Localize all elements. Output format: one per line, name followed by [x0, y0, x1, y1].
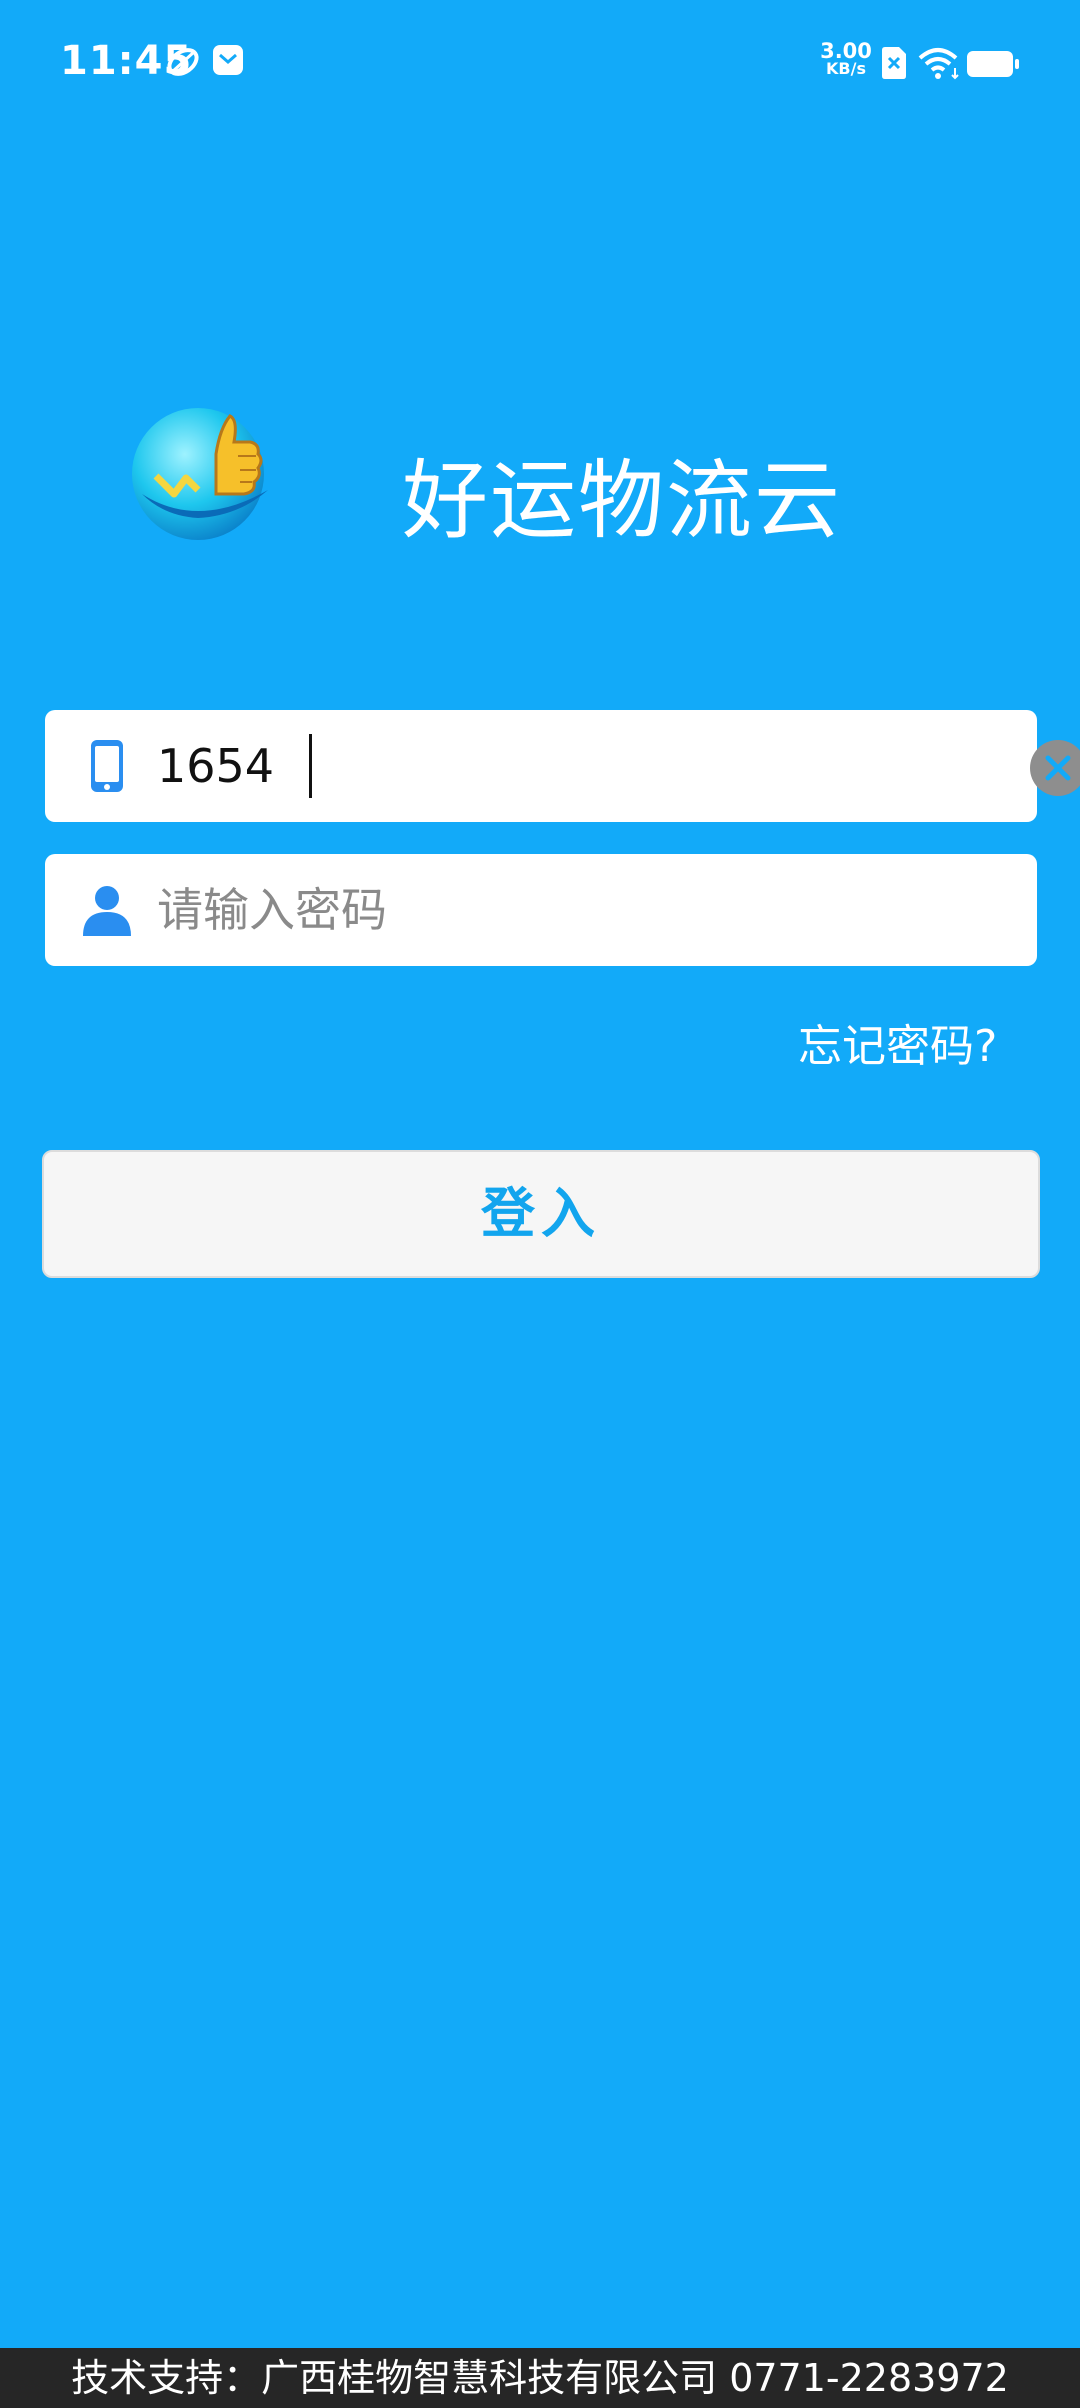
status-bar: 11:45 3.00 KB/s — [0, 0, 1080, 128]
clear-input-button[interactable] — [1030, 740, 1080, 796]
network-speed-value: 3.00 — [820, 39, 872, 63]
close-icon — [1045, 755, 1071, 781]
text-cursor — [309, 734, 312, 798]
password-field[interactable] — [45, 854, 1037, 966]
phone-field[interactable] — [45, 710, 1037, 822]
app-title: 好运物流云 — [402, 451, 842, 551]
mail-notification-icon — [213, 45, 243, 75]
network-speed-unit: KB/s — [826, 59, 866, 78]
password-input[interactable] — [157, 872, 997, 948]
login-button[interactable]: 登入 — [42, 1150, 1040, 1278]
forgot-password-link[interactable]: 忘记密码? — [798, 1010, 997, 1074]
no-sim-icon — [882, 47, 906, 79]
wifi-icon — [918, 48, 959, 80]
app-logo — [132, 408, 268, 540]
phone-icon — [91, 740, 123, 792]
phone-input[interactable] — [157, 728, 997, 804]
battery-icon — [967, 51, 1019, 77]
footer-support-text: 技术支持：广西桂物智慧科技有限公司 0771-2283972 — [0, 2348, 1080, 2408]
leaf-notification-icon — [167, 48, 199, 76]
network-speed: 3.00 KB/s — [818, 39, 874, 78]
user-icon — [83, 886, 131, 936]
